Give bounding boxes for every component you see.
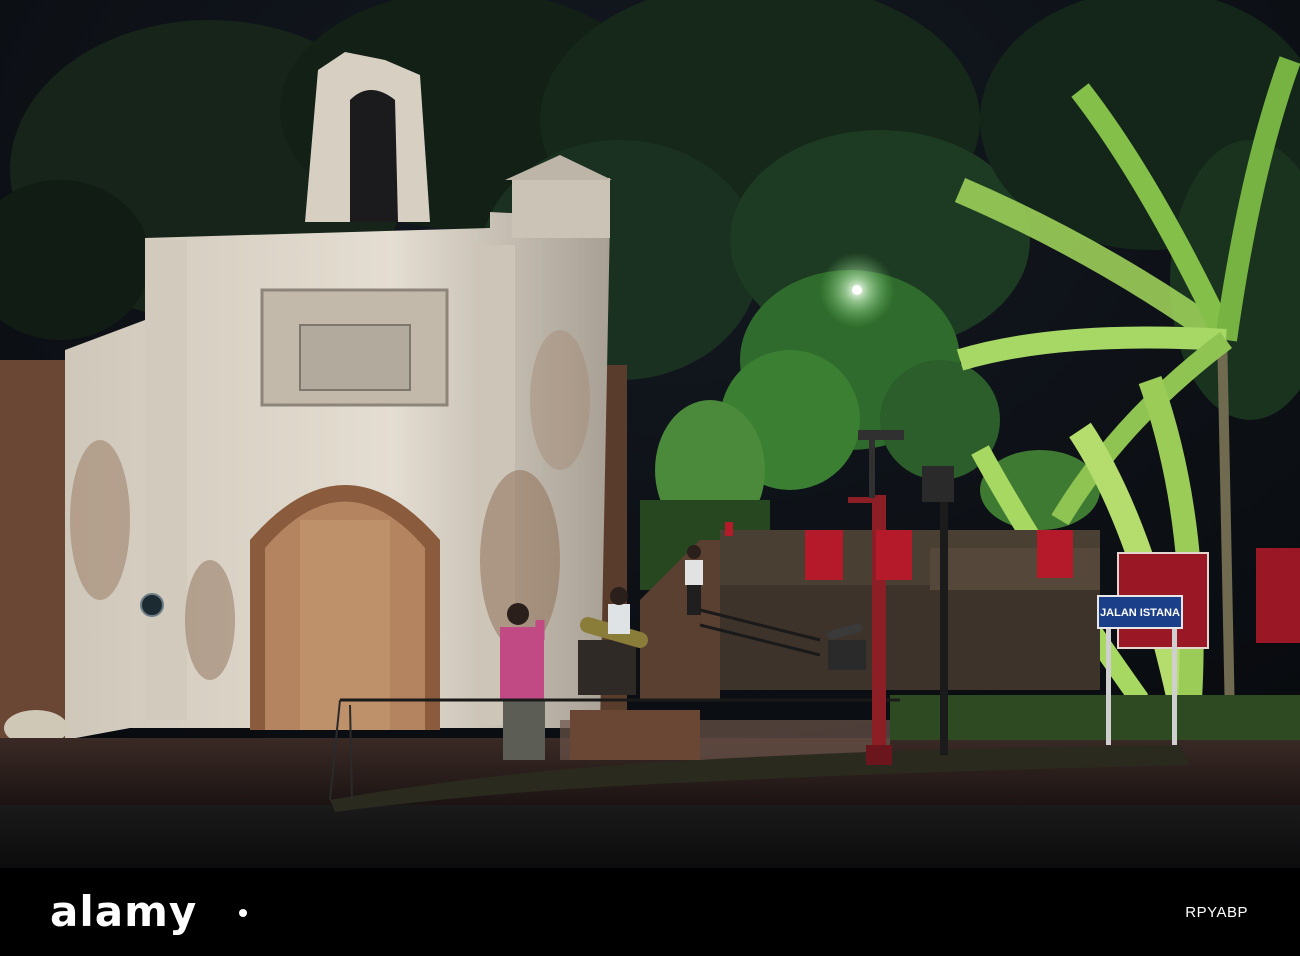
lamp-bulb [852,285,862,295]
retaining-walls [640,530,1100,700]
grass-strip [890,695,1300,740]
brand-logo: alamy [50,887,198,936]
road [0,805,1300,868]
photo: JALAN ISTANA [0,0,1300,868]
brand-mark-icon [239,909,247,917]
street-sign-title: JALAN ISTANA [1100,607,1180,619]
photo-scene: JALAN ISTANA [0,0,1300,868]
watermark-footer: alamy RPYABP [0,868,1300,956]
child-on-cannon [608,587,630,634]
image-id: RPYABP [1185,904,1248,921]
